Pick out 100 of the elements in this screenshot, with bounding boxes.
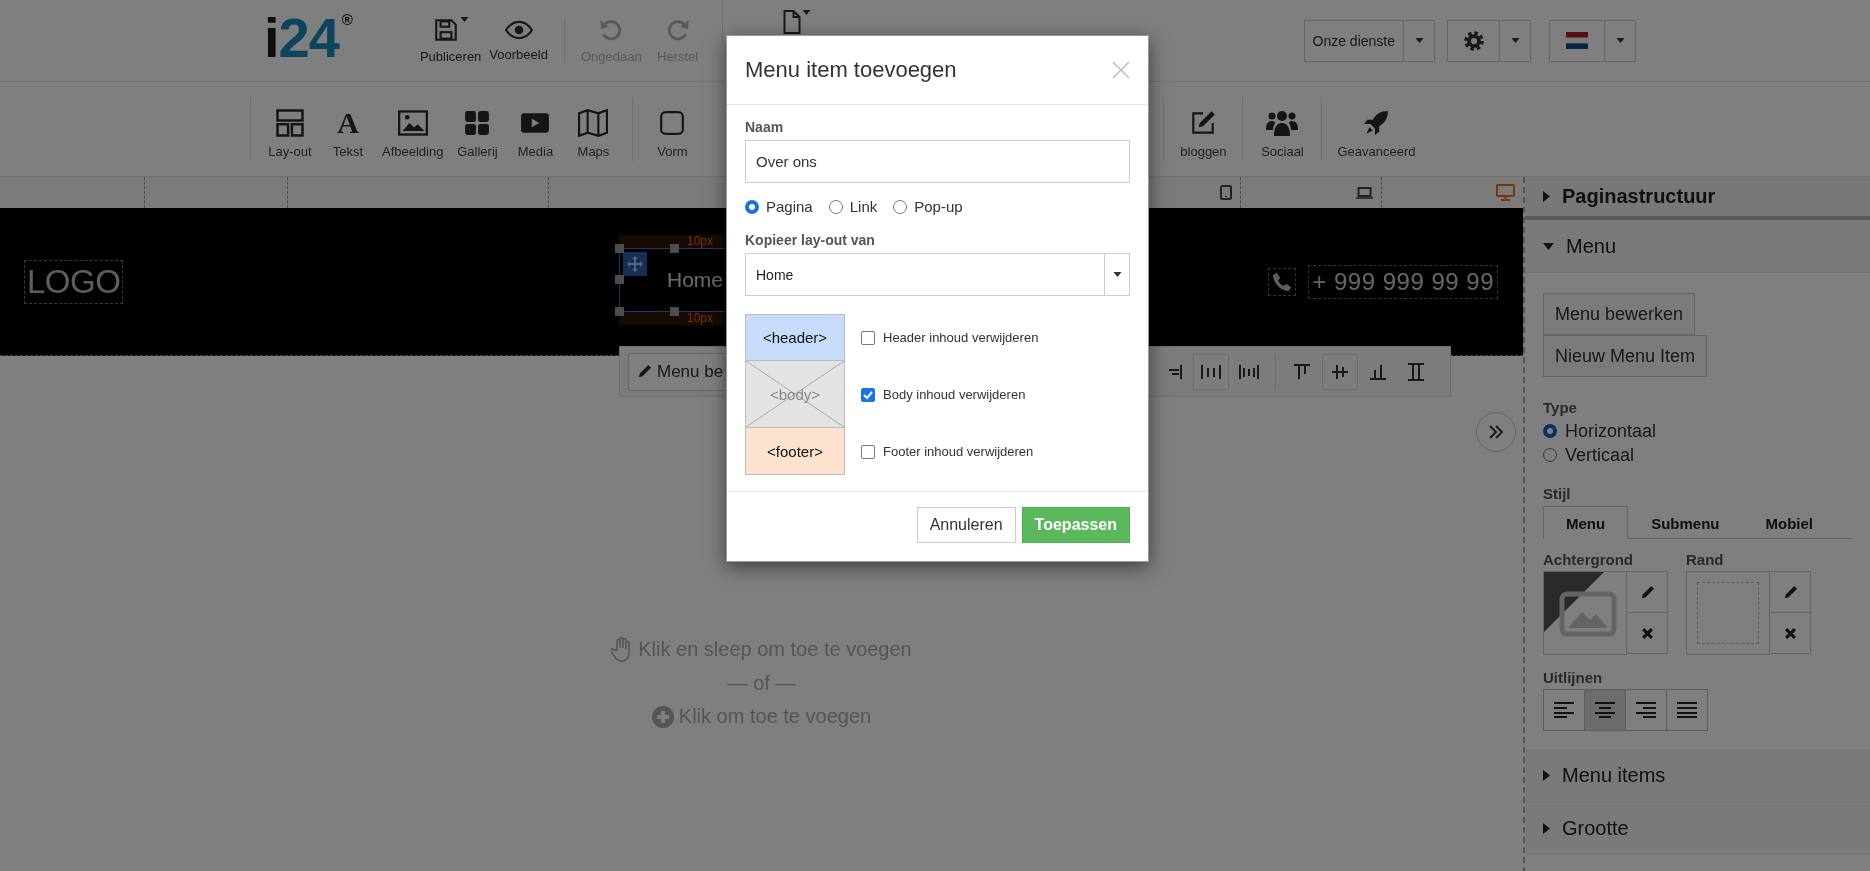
radio-option[interactable]: Verticaal — [1543, 443, 1635, 467]
settings-dropdown[interactable] — [1447, 19, 1531, 62]
logo-text-element[interactable]: LOGO — [24, 259, 124, 304]
style-tab[interactable]: Submenu — [1628, 506, 1743, 539]
padding-indicator: 10px — [619, 234, 725, 248]
radio-option[interactable]: Pop-up — [893, 198, 963, 215]
field-label: Type — [1543, 399, 1578, 416]
cancel-button[interactable]: Annuleren — [916, 507, 1016, 543]
checkbox[interactable] — [861, 387, 875, 402]
align-button[interactable] — [1584, 689, 1626, 731]
resize-handle[interactable] — [615, 243, 624, 253]
document-button[interactable] — [782, 9, 811, 34]
edit-button[interactable] — [1769, 571, 1811, 613]
layout-block: <footer> — [745, 428, 845, 475]
resize-handle[interactable] — [615, 306, 624, 316]
radio-button[interactable] — [745, 199, 759, 214]
map-icon — [578, 108, 609, 138]
move-handle[interactable] — [623, 251, 647, 276]
panel-button[interactable]: Nieuw Menu Item — [1543, 335, 1708, 377]
section-header[interactable]: Grootte — [1525, 802, 1870, 855]
align-button[interactable] — [1543, 689, 1585, 731]
distribute-icon — [1239, 363, 1259, 380]
toolbar-button[interactable]: Voorbeeld — [485, 19, 552, 62]
field-label: Achtergrond — [1543, 551, 1634, 568]
eye-icon — [504, 19, 533, 41]
radio-option[interactable]: Pagina — [745, 198, 813, 215]
tool-button[interactable]: Maps — [564, 99, 623, 159]
tool-button[interactable]: A Tekst — [319, 99, 377, 159]
phone-icon[interactable] — [1268, 267, 1297, 296]
pencil-icon — [637, 364, 652, 379]
layout-block: <header> — [745, 314, 845, 361]
border-preview — [1697, 582, 1759, 644]
resize-handle[interactable] — [615, 274, 624, 284]
style-tab[interactable]: Menu — [1543, 506, 1629, 539]
tool-button[interactable]: Gallerij — [448, 99, 507, 159]
checkbox-option[interactable]: Footer inhoud verwijderen — [861, 444, 1034, 459]
radio-button[interactable] — [1543, 424, 1557, 438]
checkbox[interactable] — [861, 444, 875, 459]
tool-button[interactable]: Vorm — [643, 99, 702, 159]
name-input[interactable]: Over ons — [745, 140, 1130, 183]
pencil-icon — [1782, 584, 1798, 600]
caret-icon — [1510, 38, 1520, 43]
radio-button[interactable] — [828, 199, 843, 214]
tool-button[interactable]: bloggen — [1174, 99, 1233, 159]
expand-button[interactable] — [1476, 412, 1516, 452]
section-header[interactable]: Paginastructuur — [1525, 177, 1870, 220]
checkbox-option[interactable]: Header inhoud verwijderen — [861, 330, 1039, 345]
document-icon — [782, 9, 801, 34]
field-label: Uitlijnen — [1543, 669, 1604, 686]
remove-button[interactable] — [1769, 612, 1811, 654]
stretch-icon — [1407, 362, 1425, 381]
align-button[interactable] — [1322, 353, 1358, 390]
flag-icon — [1566, 32, 1588, 49]
image-icon — [397, 108, 428, 138]
align-button[interactable] — [1193, 353, 1229, 390]
tool-button[interactable]: Geavanceerd — [1332, 99, 1421, 159]
panel-button[interactable]: Menu bewerken — [1543, 293, 1696, 335]
align-justify-icon — [1677, 702, 1697, 718]
tool-button[interactable]: Sociaal — [1253, 99, 1312, 159]
style-tab[interactable]: Mobiel — [1742, 506, 1836, 539]
toolbar-button[interactable]: Publiceren — [415, 17, 486, 64]
field-label: Naam — [745, 119, 785, 135]
edit-menu-button[interactable]: Menu be — [628, 352, 724, 391]
grid-icon — [464, 108, 491, 138]
language-dropdown[interactable] — [1549, 19, 1636, 62]
dialog-title: Menu item toevoegen — [745, 57, 957, 83]
remove-button[interactable] — [1626, 612, 1668, 654]
tablet-icon[interactable] — [1220, 185, 1232, 200]
align-button[interactable] — [1625, 689, 1667, 731]
site-menu-dropdown[interactable]: Onze dienste — [1303, 19, 1435, 62]
double-chevron-icon — [1487, 423, 1505, 441]
align-right-icon — [1636, 702, 1656, 718]
layout-select[interactable]: Home — [745, 253, 1130, 296]
checkbox-option[interactable]: Body inhoud verwijderen — [861, 387, 1026, 402]
radio-option[interactable]: Link — [828, 198, 878, 215]
apply-button[interactable]: Toepassen — [1021, 507, 1130, 543]
resize-handle[interactable] — [670, 243, 679, 253]
field-label: Rand — [1686, 551, 1725, 568]
distribute-icon — [1201, 363, 1221, 380]
desktop-icon[interactable] — [1496, 184, 1515, 201]
tool-button[interactable]: Media — [506, 99, 565, 159]
tool-button[interactable]: Lay-out — [261, 99, 319, 159]
laptop-icon[interactable] — [1356, 186, 1373, 199]
tool-button[interactable]: Afbeelding — [377, 99, 449, 159]
caret-icon — [1615, 38, 1625, 43]
phone-number-element[interactable]: + 999 999 99 99 — [1308, 264, 1498, 299]
checkbox[interactable] — [861, 330, 875, 345]
radio-button[interactable] — [1543, 448, 1557, 462]
radio-option[interactable]: Horizontaal — [1543, 419, 1657, 443]
align-top-icon — [1293, 362, 1311, 381]
layout-icon — [275, 108, 305, 138]
resize-handle[interactable] — [670, 306, 679, 316]
section-header[interactable]: Menu items — [1525, 749, 1870, 802]
radio-button[interactable] — [893, 199, 908, 214]
edit-button[interactable] — [1626, 571, 1668, 613]
layout-block: <body> — [745, 361, 845, 428]
square-icon — [659, 108, 686, 138]
align-button[interactable] — [1666, 689, 1708, 731]
move-icon — [627, 255, 643, 272]
section-header[interactable]: Menu — [1525, 220, 1870, 273]
